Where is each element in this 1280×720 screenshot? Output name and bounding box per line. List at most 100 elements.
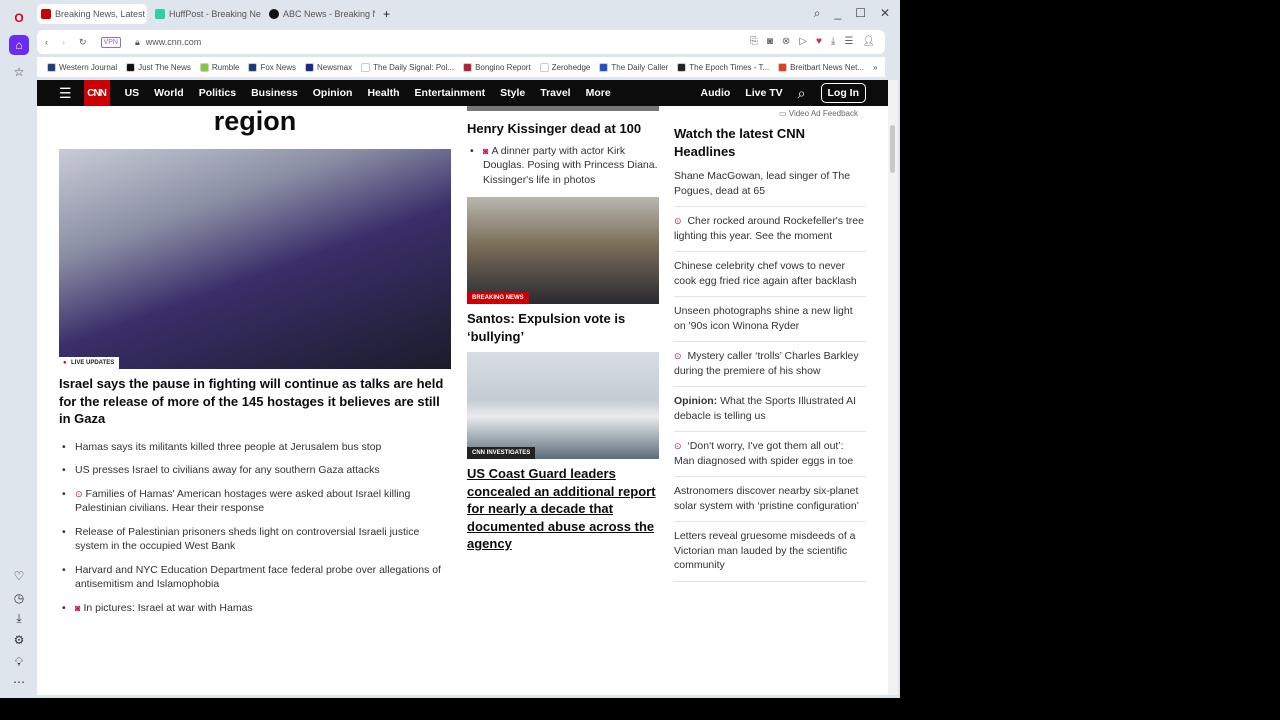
nav-item-style[interactable]: Style bbox=[500, 87, 525, 99]
bookmark-item[interactable]: Newsmax bbox=[305, 62, 352, 72]
nav-item-business[interactable]: Business bbox=[251, 87, 298, 99]
history-icon[interactable]: ◷ bbox=[9, 588, 29, 608]
related-link[interactable]: Harvard and NYC Education Department fac… bbox=[59, 563, 451, 592]
heart-icon[interactable]: ♡ bbox=[9, 566, 29, 586]
video-icon: ⊙ bbox=[674, 351, 682, 361]
search-icon[interactable]: ⌕ bbox=[798, 85, 806, 102]
scrollbar-thumb[interactable] bbox=[890, 125, 895, 173]
headline-item[interactable]: Letters reveal gruesome misdeeds of a Vi… bbox=[674, 522, 866, 582]
download-icon[interactable]: ⤓ bbox=[831, 36, 835, 47]
opera-logo-icon[interactable]: O bbox=[9, 8, 29, 28]
maximize-icon[interactable]: ☐ bbox=[855, 6, 866, 21]
tab-huffpost[interactable]: HuffPost - Breaking News bbox=[151, 4, 261, 24]
profile-icon[interactable]: 👤︎ bbox=[862, 36, 875, 47]
bookmark-item[interactable]: The Daily Signal: Pol... bbox=[361, 62, 454, 72]
related-link[interactable]: US presses Israel to civilians away for … bbox=[59, 463, 451, 478]
bookmark-item[interactable]: Rumble bbox=[199, 62, 239, 72]
video-ad-feedback[interactable]: ▭ Video Ad Feedback bbox=[674, 109, 858, 118]
back-icon[interactable]: ‹ bbox=[45, 37, 48, 47]
page-scrollbar[interactable] bbox=[888, 80, 898, 695]
bookmark-item[interactable]: Fox News bbox=[248, 62, 296, 72]
lead-headline[interactable]: Israel says the pause in fighting will c… bbox=[59, 375, 451, 428]
nav-live-tv[interactable]: Live TV bbox=[745, 87, 782, 99]
related-link[interactable]: Hamas says its militants killed three pe… bbox=[59, 440, 451, 455]
bookmark-item[interactable]: Just The News bbox=[126, 62, 191, 72]
home-icon[interactable]: ⌂ bbox=[9, 35, 29, 55]
bookmark-favicon-icon bbox=[361, 62, 371, 72]
camera-icon[interactable]: ◙ bbox=[767, 36, 773, 47]
kissinger-photos-link[interactable]: A dinner party with actor Kirk Douglas. … bbox=[483, 145, 658, 186]
browser-window: O ⌂ ☆ ♡ ◷ ⤓ ⚙ 💡︎ ⋯ Breaking News, Latest… bbox=[0, 0, 900, 698]
vpn-badge[interactable]: VPN bbox=[100, 36, 121, 48]
browser-sidebar: O ⌂ ☆ ♡ ◷ ⤓ ⚙ 💡︎ ⋯ bbox=[0, 0, 37, 698]
headline-item[interactable]: ⊙ ‘Don't worry, I've got them all out’: … bbox=[674, 432, 866, 477]
related-link[interactable]: Release of Palestinian prisoners sheds l… bbox=[59, 525, 451, 554]
bookmark-item[interactable]: The Epoch Times - T... bbox=[677, 62, 769, 72]
nav-item-entertainment[interactable]: Entertainment bbox=[415, 87, 486, 99]
video-icon: ⊙ bbox=[674, 216, 682, 226]
settings-icon[interactable]: ☰ bbox=[844, 36, 853, 47]
tab-cnn[interactable]: Breaking News, Latest Ne bbox=[37, 4, 147, 24]
headline-item[interactable]: Astronomers discover nearby six-planet s… bbox=[674, 477, 866, 522]
new-tab-button[interactable]: + bbox=[379, 4, 399, 24]
tab-abc[interactable]: ABC News - Breaking Nev bbox=[265, 4, 375, 24]
download-icon[interactable]: ⤓ bbox=[9, 608, 29, 628]
nav-audio[interactable]: Audio bbox=[701, 87, 731, 99]
nav-item-travel[interactable]: Travel bbox=[540, 87, 570, 99]
nav-item-more[interactable]: More bbox=[586, 87, 611, 99]
nav-item-opinion[interactable]: Opinion bbox=[313, 87, 353, 99]
headline-item[interactable]: Shane MacGowan, lead singer of The Pogue… bbox=[674, 162, 866, 207]
url-text[interactable]: www.cnn.com bbox=[146, 37, 202, 47]
more-icon[interactable]: ⋯ bbox=[9, 672, 29, 692]
star-icon[interactable]: ☆ bbox=[9, 62, 29, 82]
region-title[interactable]: region bbox=[59, 106, 451, 137]
forward-icon[interactable]: › bbox=[62, 37, 65, 47]
abc-favicon-icon bbox=[269, 9, 279, 19]
nav-item-politics[interactable]: Politics bbox=[199, 87, 236, 99]
bookmarks-bar: Western Journal Just The News Rumble Fox Ne… bbox=[37, 57, 885, 77]
santos-image[interactable]: BREAKING NEWS bbox=[467, 197, 659, 304]
reload-icon[interactable]: ↻ bbox=[79, 37, 87, 48]
minimize-icon[interactable]: _ bbox=[834, 6, 841, 21]
nav-item-us[interactable]: US bbox=[125, 87, 140, 99]
headline-item[interactable]: ⊙ Cher rocked around Rockefeller's tree … bbox=[674, 207, 866, 252]
nav-item-health[interactable]: Health bbox=[367, 87, 399, 99]
bulb-icon[interactable]: 💡︎ bbox=[9, 652, 29, 672]
coast-guard-headline[interactable]: US Coast Guard leaders concealed an addi… bbox=[467, 465, 659, 553]
bookmark-favicon-icon bbox=[199, 62, 209, 72]
headline-item[interactable]: Unseen photographs shine a new light on … bbox=[674, 297, 866, 342]
menu-icon[interactable]: ☰ bbox=[59, 85, 72, 102]
snapshot-icon[interactable]: ⎘ bbox=[750, 36, 758, 47]
bookmark-item[interactable]: Breitbart News Net... bbox=[778, 62, 864, 72]
cnn-page: ☰ CNN US World Politics Business Opinion Heal… bbox=[37, 80, 888, 695]
related-link[interactable]: ⊙Families of Hamas' American hostages we… bbox=[59, 487, 451, 516]
coast-guard-image[interactable]: CNN INVESTIGATES bbox=[467, 352, 659, 459]
bookmarks-more-button[interactable]: » bbox=[873, 63, 877, 72]
headline-item[interactable]: Chinese celebrity chef vows to never coo… bbox=[674, 252, 866, 297]
santos-headline[interactable]: Santos: Expulsion vote is ‘bullying’ bbox=[467, 310, 659, 345]
bookmark-item[interactable]: Bongino Report bbox=[463, 62, 531, 72]
heart-icon[interactable]: ♥ bbox=[816, 36, 822, 47]
headline-item[interactable]: ⊙ Mystery caller ‘trolls’ Charles Barkle… bbox=[674, 342, 866, 387]
gear-icon[interactable]: ⚙ bbox=[9, 630, 29, 650]
headlines-title[interactable]: Watch the latest CNN Headlines bbox=[674, 125, 866, 160]
address-bar[interactable]: ‹ › ↻ VPN 🔒︎ www.cnn.com ⎘ ◙ ⊗ ▷ ♥ ⤓ ☰ 👤︎ bbox=[37, 30, 885, 54]
bookmark-item[interactable]: Zerohedge bbox=[539, 62, 590, 72]
adblock-icon[interactable]: ⊗ bbox=[782, 36, 790, 47]
kissinger-headline[interactable]: Henry Kissinger dead at 100 bbox=[467, 120, 659, 138]
cnn-logo[interactable]: CNN bbox=[83, 80, 110, 106]
camera-icon: ◙ bbox=[483, 145, 489, 156]
close-icon[interactable]: ✕ bbox=[880, 6, 890, 21]
bookmark-favicon-icon bbox=[248, 62, 258, 72]
bookmark-item[interactable]: Western Journal bbox=[47, 62, 117, 72]
bookmark-item[interactable]: The Daily Caller bbox=[599, 62, 668, 72]
search-tabs-icon[interactable]: ⌕ bbox=[814, 6, 821, 21]
bookmark-favicon-icon bbox=[463, 62, 473, 72]
related-links: Hamas says its militants killed three pe… bbox=[59, 440, 451, 616]
related-link[interactable]: ◙In pictures: Israel at war with Hamas bbox=[59, 601, 451, 616]
send-icon[interactable]: ▷ bbox=[799, 36, 807, 47]
headline-item[interactable]: Opinion: What the Sports Illustrated AI … bbox=[674, 387, 866, 432]
nav-item-world[interactable]: World bbox=[154, 87, 184, 99]
gaza-hostages-image[interactable]: ● LIVE UPDATES bbox=[59, 149, 451, 369]
login-button[interactable]: Log In bbox=[820, 83, 866, 103]
